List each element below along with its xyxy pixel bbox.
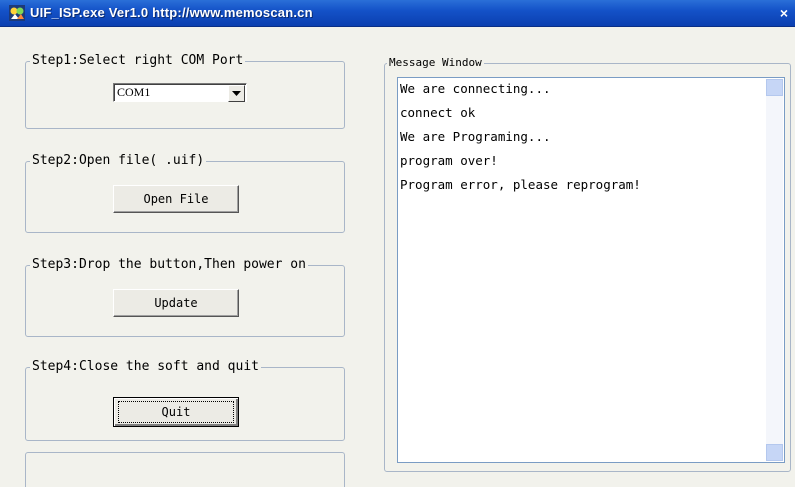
message-list: We are connecting... connect ok We are Pro… (400, 80, 764, 460)
title-bar[interactable]: UIF_ISP.exe Ver1.0 http://www.memoscan.c… (0, 0, 795, 27)
scroll-down-button[interactable] (766, 444, 783, 461)
message-item: connect ok (400, 105, 476, 120)
window-title: UIF_ISP.exe Ver1.0 http://www.memoscan.c… (30, 5, 313, 20)
step4-label: Step4:Close the soft and quit (30, 359, 261, 375)
step2-label: Step2:Open file( .uif) (30, 153, 207, 169)
scroll-up-button[interactable] (766, 79, 783, 96)
quit-button[interactable]: Quit (113, 397, 239, 427)
step3-label: Step3:Drop the button,Then power on (30, 257, 308, 273)
quit-button-label: Quit (161, 405, 191, 419)
chevron-down-icon[interactable] (228, 85, 245, 102)
message-item: We are Programing... (400, 129, 551, 144)
vertical-scrollbar[interactable] (766, 79, 783, 461)
open-file-button[interactable]: Open File (113, 185, 239, 213)
app-icon (9, 5, 25, 21)
com-port-select[interactable]: COM1 (113, 83, 247, 102)
message-window-label: Message Window (387, 55, 484, 71)
com-port-value: COM1 (117, 85, 151, 99)
close-icon[interactable]: × (773, 3, 795, 23)
message-item: We are connecting... (400, 81, 551, 96)
step1-label: Step1:Select right COM Port (30, 53, 246, 69)
update-button[interactable]: Update (113, 289, 239, 317)
status-group (25, 452, 345, 487)
message-item: Program error, please reprogram! (400, 177, 641, 192)
message-listbox[interactable]: We are connecting... connect ok We are Pro… (397, 77, 785, 463)
message-item: program over! (400, 153, 498, 168)
